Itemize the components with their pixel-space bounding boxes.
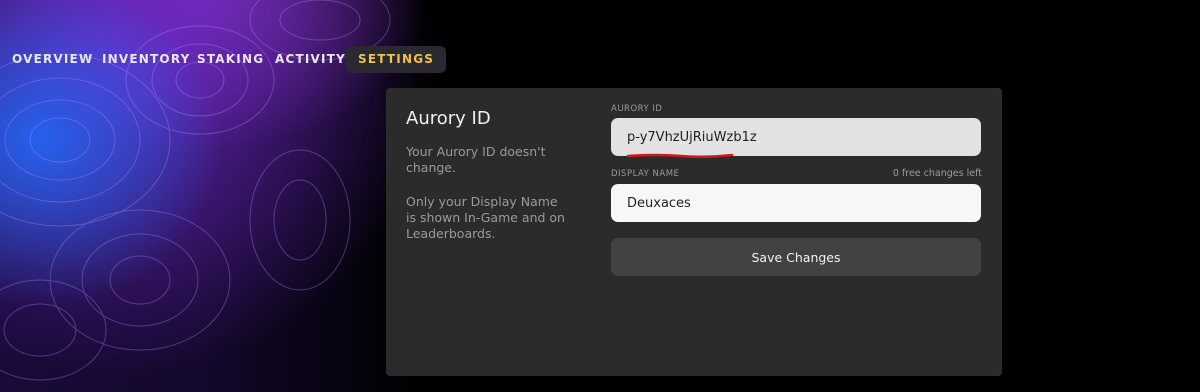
save-changes-button[interactable]: Save Changes: [611, 238, 981, 276]
display-name-description: Only your Display Name is shown In-Game …: [406, 194, 565, 241]
card-title: Aurory ID: [406, 108, 491, 129]
aurory-id-field: p-y7VhzUjRiuWzb1z: [611, 118, 981, 156]
settings-card: Aurory ID Your Aurory ID doesn't change.…: [386, 88, 1002, 376]
display-name-label: DISPLAY NAME: [611, 169, 680, 179]
aurory-id-value: p-y7VhzUjRiuWzb1z: [627, 129, 757, 145]
tab-activity[interactable]: ACTIVITY: [275, 46, 346, 73]
aurory-id-label: AURORY ID: [611, 104, 663, 114]
display-name-input[interactable]: [611, 184, 981, 222]
aurory-id-description: Your Aurory ID doesn't change.: [406, 144, 546, 175]
red-underline-annotation: [626, 153, 734, 159]
tab-staking[interactable]: STAKING: [197, 46, 264, 73]
tab-inventory[interactable]: INVENTORY: [102, 46, 191, 73]
tab-overview[interactable]: OVERVIEW: [12, 46, 93, 73]
tab-settings[interactable]: SETTINGS: [346, 46, 447, 73]
free-changes-counter: 0 free changes left: [892, 168, 982, 179]
